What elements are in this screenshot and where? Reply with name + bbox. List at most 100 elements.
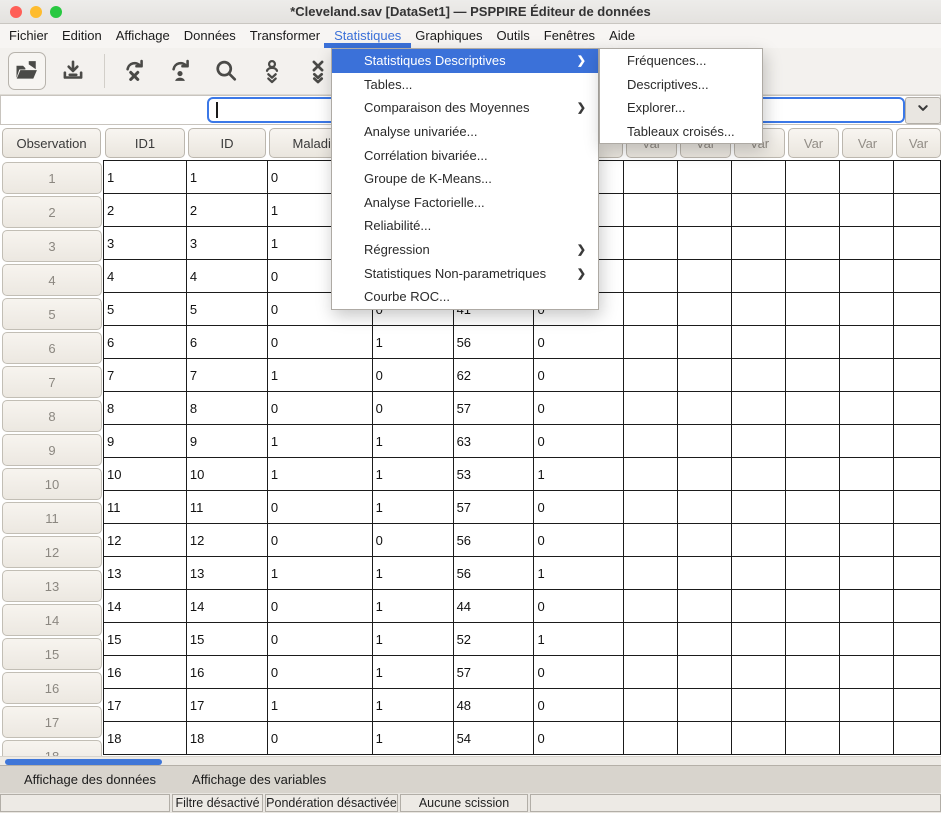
data-cell[interactable] [732,590,786,623]
data-cell[interactable] [732,491,786,524]
data-cell[interactable] [840,623,894,656]
data-cell[interactable] [893,326,940,359]
data-cell[interactable]: 0 [267,491,372,524]
menubar-item-statistiques[interactable]: Statistiques [327,24,408,48]
data-cell[interactable] [732,326,786,359]
data-cell[interactable]: 1 [267,689,372,722]
row-header-3[interactable]: 3 [2,230,102,262]
submenu-item-frequences[interactable]: Fréquences... [600,49,762,73]
data-cell[interactable] [786,227,840,260]
row-header-17[interactable]: 17 [2,706,102,738]
data-cell[interactable] [840,656,894,689]
var-column-header[interactable]: Var [896,128,941,158]
data-cell[interactable]: 17 [186,689,267,722]
data-cell[interactable] [678,161,732,194]
data-cell[interactable] [786,359,840,392]
data-cell[interactable]: 1 [267,458,372,491]
data-cell[interactable] [786,722,840,755]
data-cell[interactable] [786,491,840,524]
data-cell[interactable]: 1 [534,623,624,656]
menu-item-tables[interactable]: Tables... [332,73,598,97]
data-cell[interactable] [786,524,840,557]
data-cell[interactable] [624,293,678,326]
data-cell[interactable] [840,425,894,458]
data-cell[interactable]: 0 [372,524,453,557]
data-cell[interactable]: 7 [186,359,267,392]
menubar-item-edition[interactable]: Edition [55,24,109,48]
data-cell[interactable] [893,623,940,656]
data-cell[interactable] [893,260,940,293]
data-cell[interactable] [732,425,786,458]
minimize-window-button[interactable] [30,6,42,18]
data-cell[interactable]: 14 [186,590,267,623]
column-header-id[interactable]: ID [188,128,266,158]
data-cell[interactable]: 11 [186,491,267,524]
data-cell[interactable]: 10 [186,458,267,491]
data-cell[interactable] [624,590,678,623]
menubar-item-outils[interactable]: Outils [490,24,537,48]
data-cell[interactable] [893,557,940,590]
menu-item-statistiques-non-parametriques[interactable]: Statistiques Non-parametriques❯ [332,261,598,285]
data-cell[interactable] [678,458,732,491]
data-cell[interactable] [840,260,894,293]
data-cell[interactable]: 12 [104,524,187,557]
data-cell[interactable]: 56 [453,524,534,557]
data-cell[interactable] [732,722,786,755]
data-cell[interactable]: 0 [372,392,453,425]
data-cell[interactable]: 1 [534,557,624,590]
data-cell[interactable] [678,194,732,227]
data-cell[interactable]: 15 [186,623,267,656]
data-cell[interactable] [624,194,678,227]
data-cell[interactable] [678,227,732,260]
tab-affichage-des-donnees[interactable]: Affichage des données [6,766,174,793]
data-cell[interactable] [840,524,894,557]
data-cell[interactable] [678,656,732,689]
data-cell[interactable]: 57 [453,656,534,689]
row-header-9[interactable]: 9 [2,434,102,466]
data-cell[interactable]: 56 [453,326,534,359]
data-cell[interactable] [624,722,678,755]
data-cell[interactable]: 9 [104,425,187,458]
data-cell[interactable]: 1 [372,590,453,623]
data-cell[interactable] [786,392,840,425]
data-cell[interactable] [893,689,940,722]
save-button[interactable] [54,52,92,90]
data-cell[interactable]: 8 [186,392,267,425]
data-cell[interactable] [786,425,840,458]
corner-header-observation[interactable]: Observation [2,128,101,158]
data-cell[interactable] [893,656,940,689]
row-header-10[interactable]: 10 [2,468,102,500]
data-cell[interactable] [732,227,786,260]
data-cell[interactable] [624,656,678,689]
data-cell[interactable] [732,458,786,491]
data-cell[interactable]: 5 [186,293,267,326]
data-cell[interactable]: 57 [453,392,534,425]
data-cell[interactable] [678,359,732,392]
data-cell[interactable]: 13 [186,557,267,590]
data-cell[interactable]: 18 [104,722,187,755]
data-cell[interactable] [624,458,678,491]
data-cell[interactable]: 0 [534,392,624,425]
data-cell[interactable]: 14 [104,590,187,623]
row-header-8[interactable]: 8 [2,400,102,432]
menubar-item-fenetres[interactable]: Fenêtres [537,24,602,48]
data-cell[interactable] [624,689,678,722]
submenu-item-explorer[interactable]: Explorer... [600,96,762,120]
row-header-15[interactable]: 15 [2,638,102,670]
data-cell[interactable] [624,623,678,656]
data-cell[interactable] [732,689,786,722]
data-cell[interactable]: 15 [104,623,187,656]
data-cell[interactable]: 16 [186,656,267,689]
data-cell[interactable] [840,194,894,227]
row-header-16[interactable]: 16 [2,672,102,704]
data-cell[interactable] [840,458,894,491]
data-cell[interactable] [732,623,786,656]
data-cell[interactable] [624,326,678,359]
row-header-1[interactable]: 1 [2,162,102,194]
data-cell[interactable]: 2 [104,194,187,227]
var-column-header[interactable]: Var [788,128,839,158]
data-cell[interactable] [893,392,940,425]
row-header-12[interactable]: 12 [2,536,102,568]
data-cell[interactable]: 48 [453,689,534,722]
data-cell[interactable] [732,656,786,689]
